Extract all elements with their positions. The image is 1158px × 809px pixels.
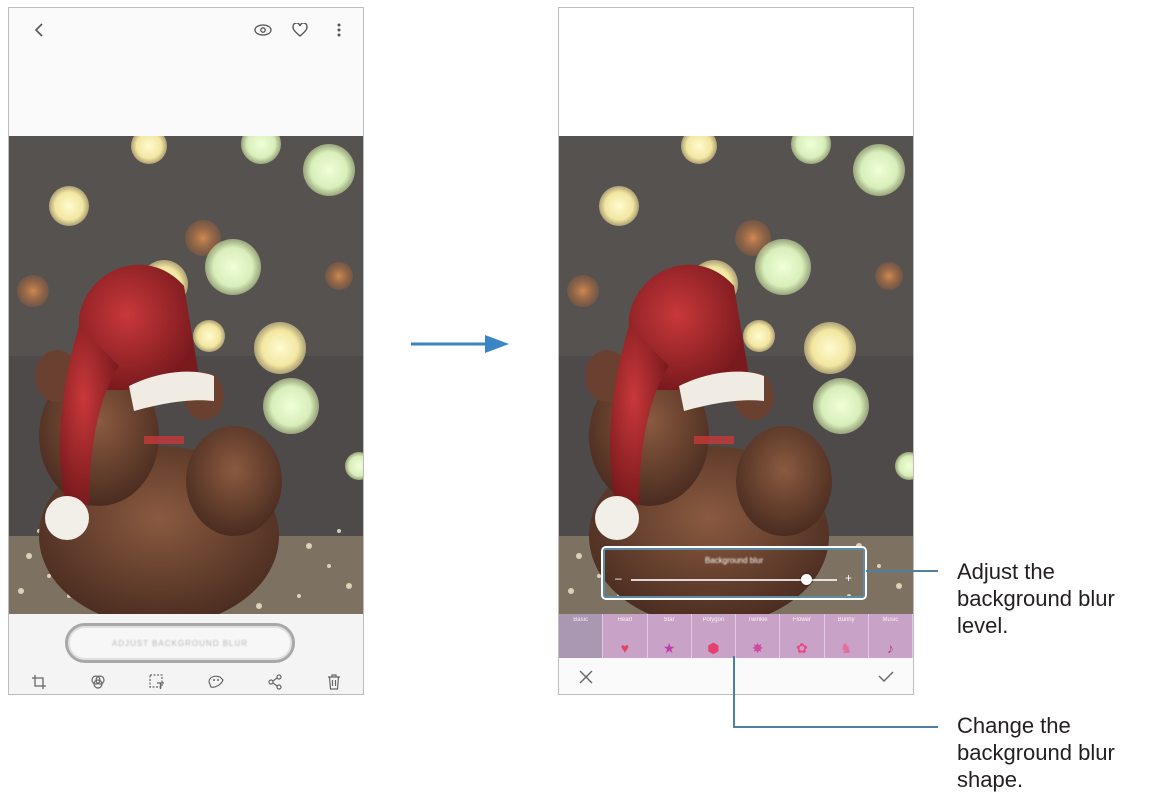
teddy-bear-image (9, 136, 363, 614)
heart-icon[interactable] (288, 18, 312, 42)
blur-shape-option[interactable]: Basic (559, 614, 604, 658)
blur-shape-label: Polygon (702, 617, 725, 623)
callout-blur-level-text: Adjust the background blur level. (957, 559, 1115, 638)
blur-level-slider-box: Background blur – + (603, 548, 865, 598)
bottom-panel: ADJUST BACKGROUND BLUR (9, 614, 363, 694)
blur-shape-option[interactable]: Star ★ (648, 614, 692, 658)
blur-shape-option[interactable]: Heart ♥ (603, 614, 648, 658)
blur-shape-label: Bunny (837, 617, 855, 623)
blur-shape-label: Basic (573, 617, 588, 623)
blur-shape-label: Music (882, 617, 899, 623)
top-bar (9, 8, 363, 136)
blur-level-slider-thumb[interactable] (800, 574, 812, 585)
crop-icon[interactable] (29, 672, 49, 692)
blur-shape-option[interactable]: Twinkle ✸ (736, 614, 781, 658)
edit-toolbar (9, 670, 363, 694)
brush-icon[interactable] (206, 672, 226, 692)
adjust-background-blur-button[interactable]: ADJUST BACKGROUND BLUR (65, 623, 295, 663)
blur-shape-label: Heart (617, 617, 633, 623)
right-phone-screen: Background blur – + Basic Heart ♥ Star ★ Poly… (558, 7, 914, 695)
more-options-icon[interactable] (327, 18, 351, 42)
callout-line-blur-shape-vertical (733, 656, 735, 727)
photo-teddy-bear (9, 136, 363, 614)
callout-line-blur-level (866, 570, 938, 572)
slider-title: Background blur (704, 556, 764, 565)
callout-blur-shape: Change the background blur shape. (957, 712, 1115, 793)
callout-blur-shape-text: Change the background blur shape. (957, 713, 1115, 792)
bottom-action-bar (559, 658, 913, 694)
callout-line-blur-shape-horizontal (733, 726, 938, 728)
blur-shape-option[interactable]: Music ♪ (869, 614, 913, 658)
slider-minus[interactable]: – (615, 571, 622, 585)
blur-shape-glyph: ✸ (751, 640, 764, 656)
trash-icon[interactable] (324, 672, 344, 692)
blur-shape-glyph: ♥ (620, 640, 630, 656)
blur-shape-option[interactable]: Polygon ⬢ (692, 614, 736, 658)
filter-icon[interactable] (88, 672, 108, 692)
share-icon[interactable] (265, 672, 285, 692)
transition-arrow-icon (411, 334, 511, 359)
blur-shape-label: Twinkle (747, 617, 768, 623)
adjust-background-blur-label: ADJUST BACKGROUND BLUR (111, 638, 249, 648)
callout-blur-level: Adjust the background blur level. (957, 558, 1115, 639)
close-icon[interactable] (575, 666, 597, 688)
blur-shape-label: Star (663, 617, 675, 623)
text-icon[interactable] (147, 672, 167, 692)
blur-shape-strip: Basic Heart ♥ Star ★ Polygon ⬢ Twinkle ✸ Flower ✿ B… (559, 614, 913, 658)
blur-shape-option[interactable]: Flower ✿ (780, 614, 825, 658)
left-phone-screen: ADJUST BACKGROUND BLUR (8, 7, 364, 695)
blur-shape-glyph: ✿ (796, 640, 808, 656)
blur-shape-glyph: ⬢ (707, 640, 720, 656)
blur-shape-glyph: ★ (662, 640, 676, 656)
top-bar-blank (559, 8, 913, 136)
teddy-bear-image (559, 136, 913, 614)
check-icon[interactable] (875, 666, 897, 688)
blur-shape-label: Flower (792, 617, 811, 623)
blur-shape-glyph: ♞ (839, 640, 853, 656)
blur-shape-glyph: ♪ (886, 640, 894, 656)
blur-shape-option[interactable]: Bunny ♞ (825, 614, 869, 658)
bixby-vision-icon[interactable] (251, 18, 275, 42)
photo-teddy-bear-blurred: Background blur – + (559, 136, 913, 614)
slider-plus[interactable]: + (845, 571, 852, 585)
back-chevron-icon[interactable] (27, 18, 51, 42)
